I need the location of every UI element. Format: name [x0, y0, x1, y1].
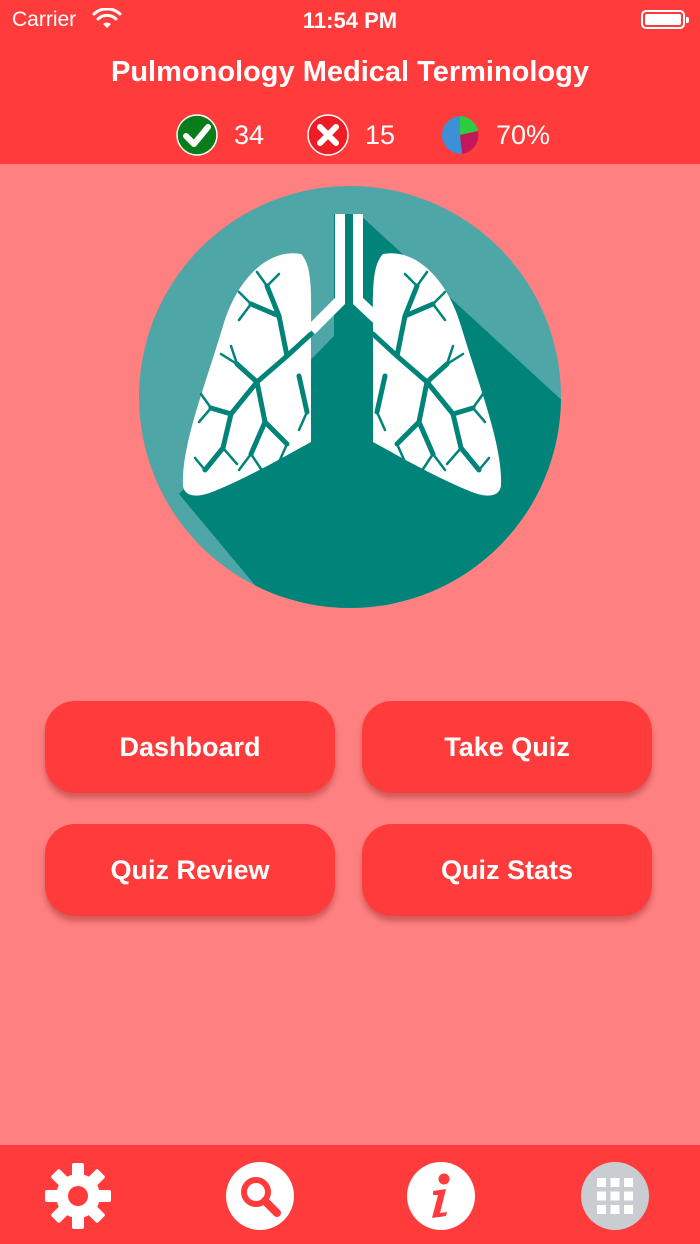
quiz-review-button[interactable]: Quiz Review — [45, 824, 335, 916]
grid-icon[interactable] — [580, 1161, 650, 1231]
clock: 11:54 PM — [302, 8, 398, 33]
score-percent: 70% — [496, 119, 551, 150]
dashboard-button[interactable]: Dashboard — [45, 701, 335, 793]
percent-stat: 70% — [440, 112, 550, 158]
pie-chart-icon — [441, 116, 479, 155]
wrong-count: 15 — [365, 119, 396, 150]
check-icon — [176, 114, 218, 156]
quiz-stats-button[interactable]: Quiz Stats — [362, 824, 652, 916]
page-title: Pulmonology Medical Terminology — [110, 56, 589, 88]
lungs-icon — [139, 186, 561, 608]
wrong-stat: 15 — [307, 112, 395, 158]
correct-count: 34 — [234, 119, 265, 150]
status-bar: Carrier 11:54 PM — [0, 0, 700, 40]
app-header: Carrier 11:54 PM Pulmonology Medical Ter… — [0, 0, 700, 164]
score-summary: 34 15 70% — [0, 112, 700, 158]
correct-stat: 34 — [176, 112, 264, 158]
gear-icon[interactable] — [43, 1161, 113, 1231]
battery-icon — [641, 10, 689, 29]
cross-icon — [307, 114, 349, 156]
search-icon[interactable] — [225, 1161, 295, 1231]
info-icon[interactable] — [406, 1161, 476, 1231]
bottom-toolbar — [0, 1145, 700, 1244]
take-quiz-button[interactable]: Take Quiz — [362, 701, 652, 793]
